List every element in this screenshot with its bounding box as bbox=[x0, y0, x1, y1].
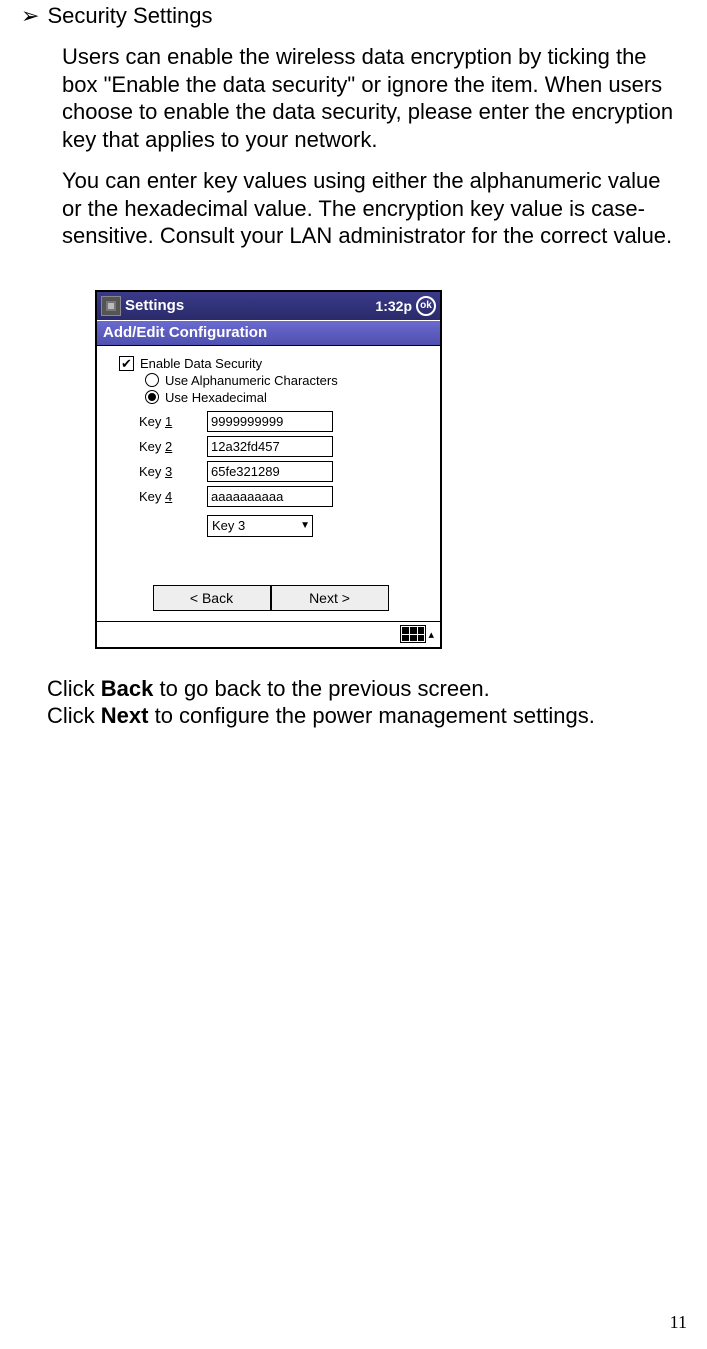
clock-time: 1:32p bbox=[375, 298, 412, 314]
next-button[interactable]: Next > bbox=[271, 585, 389, 611]
sip-bar: ▴ bbox=[97, 621, 440, 647]
radio-hexadecimal[interactable] bbox=[145, 390, 159, 404]
title-bar: Settings 1:32p ok bbox=[97, 292, 440, 320]
click-back-text: Click Back to go back to the previous sc… bbox=[47, 675, 692, 730]
key4-input[interactable] bbox=[207, 486, 333, 507]
key3-label: Key 3 bbox=[139, 464, 195, 479]
enable-security-checkbox[interactable]: ✔ bbox=[119, 356, 134, 371]
key1-label: Key 1 bbox=[139, 414, 195, 429]
settings-app-icon bbox=[101, 296, 121, 316]
radio-hexadecimal-label: Use Hexadecimal bbox=[165, 390, 267, 405]
key2-input[interactable] bbox=[207, 436, 333, 457]
paragraph-1: Users can enable the wireless data encry… bbox=[62, 43, 682, 153]
chevron-down-icon: ▼ bbox=[300, 520, 310, 531]
window-title: Settings bbox=[125, 297, 375, 314]
bullet-arrow-icon: ➢ bbox=[21, 3, 39, 29]
page-number: 11 bbox=[670, 1312, 687, 1333]
back-button[interactable]: < Back bbox=[153, 585, 271, 611]
key3-input[interactable] bbox=[207, 461, 333, 482]
key-select-value: Key 3 bbox=[212, 518, 245, 533]
paragraph-2: You can enter key values using either th… bbox=[62, 167, 682, 250]
embedded-screenshot: Settings 1:32p ok Add/Edit Configuration… bbox=[95, 290, 442, 649]
key2-label: Key 2 bbox=[139, 439, 195, 454]
key1-input[interactable] bbox=[207, 411, 333, 432]
radio-alphanumeric-label: Use Alphanumeric Characters bbox=[165, 373, 338, 388]
key-select-dropdown[interactable]: Key 3 ▼ bbox=[207, 515, 313, 537]
key4-label: Key 4 bbox=[139, 489, 195, 504]
page-subtitle: Add/Edit Configuration bbox=[97, 320, 440, 346]
ok-button[interactable]: ok bbox=[416, 296, 436, 316]
section-heading: Security Settings bbox=[47, 3, 212, 29]
radio-alphanumeric[interactable] bbox=[145, 373, 159, 387]
form-pane: ✔ Enable Data Security Use Alphanumeric … bbox=[97, 346, 440, 621]
up-arrow-icon[interactable]: ▴ bbox=[428, 628, 434, 641]
enable-security-label: Enable Data Security bbox=[140, 356, 262, 371]
keyboard-icon[interactable] bbox=[400, 625, 426, 643]
